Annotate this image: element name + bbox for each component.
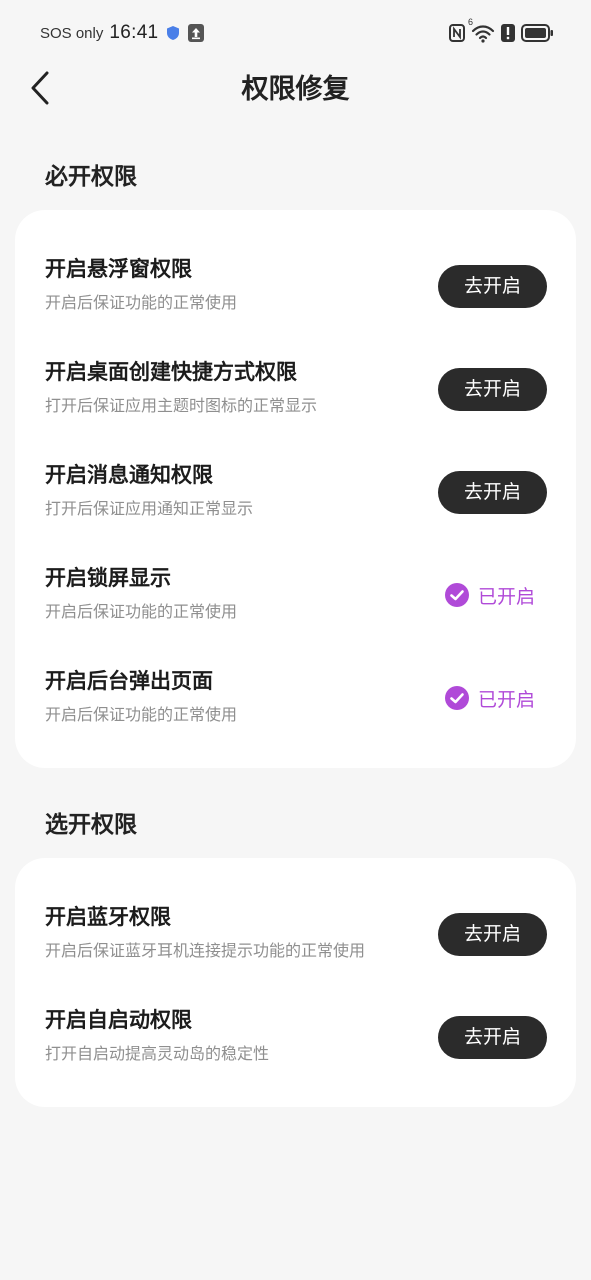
wifi-badge: 6	[468, 17, 474, 27]
section-title-required: 必开权限	[45, 164, 137, 190]
permission-row-desktop-shortcut: 开启桌面创建快捷方式权限 打开后保证应用主题时图标的正常显示 去开启	[15, 357, 576, 437]
enabled-label: 已开启	[478, 586, 536, 608]
permission-desc: 开启后保证蓝牙耳机连接提示功能的正常使用	[45, 941, 366, 960]
permission-title: 开启自启动权限	[45, 1008, 192, 1032]
permission-row-floating-window: 开启悬浮窗权限 开启后保证功能的正常使用 去开启	[15, 254, 576, 334]
permission-title: 开启锁屏显示	[45, 566, 171, 590]
permission-title: 开启悬浮窗权限	[45, 257, 192, 281]
permission-desc: 打开后保证应用主题时图标的正常显示	[45, 396, 318, 415]
clock: 16:41	[109, 22, 159, 43]
upload-icon	[188, 24, 205, 42]
permission-row-lockscreen: 开启锁屏显示 开启后保证功能的正常使用 已开启	[15, 563, 576, 643]
required-permissions-card: 开启悬浮窗权限 开启后保证功能的正常使用 去开启 开启桌面创建快捷方式权限 打开…	[15, 210, 576, 768]
section-title-optional: 选开权限	[45, 812, 137, 838]
optional-permissions-card: 开启蓝牙权限 开启后保证蓝牙耳机连接提示功能的正常使用 去开启 开启自启动权限 …	[15, 858, 576, 1107]
enabled-label: 已开启	[478, 689, 536, 711]
shield-icon	[166, 25, 180, 41]
alert-icon	[501, 24, 515, 42]
permission-row-autostart: 开启自启动权限 打开自启动提高灵动岛的稳定性 去开启	[15, 1005, 576, 1085]
enable-floating-window-button[interactable]: 去开启	[438, 265, 547, 308]
permission-title: 开启消息通知权限	[45, 463, 213, 487]
status-left: SOS only 16:41	[40, 20, 205, 46]
status-bar: SOS only 16:41 6	[0, 0, 591, 66]
enabled-status: 已开启	[444, 685, 535, 715]
enable-bluetooth-button[interactable]: 去开启	[438, 913, 547, 956]
status-right: 6	[449, 17, 553, 44]
check-circle-icon	[444, 582, 470, 612]
enable-desktop-shortcut-button[interactable]: 去开启	[438, 368, 547, 411]
check-circle-icon	[444, 685, 470, 715]
enable-autostart-button[interactable]: 去开启	[438, 1016, 547, 1059]
page-title: 权限修复	[241, 74, 350, 105]
permission-desc: 开启后保证功能的正常使用	[45, 602, 238, 621]
permission-title: 开启蓝牙权限	[45, 905, 171, 929]
permission-desc: 打开后保证应用通知正常显示	[45, 499, 254, 518]
header: 权限修复	[0, 66, 591, 114]
permission-title: 开启桌面创建快捷方式权限	[45, 360, 297, 384]
wifi-icon: 6	[468, 17, 495, 43]
permission-desc: 开启后保证功能的正常使用	[45, 705, 238, 724]
permission-title: 开启后台弹出页面	[45, 669, 213, 693]
enabled-status: 已开启	[444, 582, 535, 612]
carrier-text: SOS only	[40, 24, 104, 42]
permission-desc: 开启后保证功能的正常使用	[45, 293, 238, 312]
permission-row-bluetooth: 开启蓝牙权限 开启后保证蓝牙耳机连接提示功能的正常使用 去开启	[15, 902, 576, 982]
battery-icon	[521, 24, 553, 42]
permission-desc: 打开自启动提高灵动岛的稳定性	[45, 1044, 270, 1063]
permission-row-notification: 开启消息通知权限 打开后保证应用通知正常显示 去开启	[15, 460, 576, 540]
permission-row-background-popup: 开启后台弹出页面 开启后保证功能的正常使用 已开启	[15, 666, 576, 746]
enable-notification-button[interactable]: 去开启	[438, 471, 547, 514]
nfc-icon	[449, 24, 465, 42]
